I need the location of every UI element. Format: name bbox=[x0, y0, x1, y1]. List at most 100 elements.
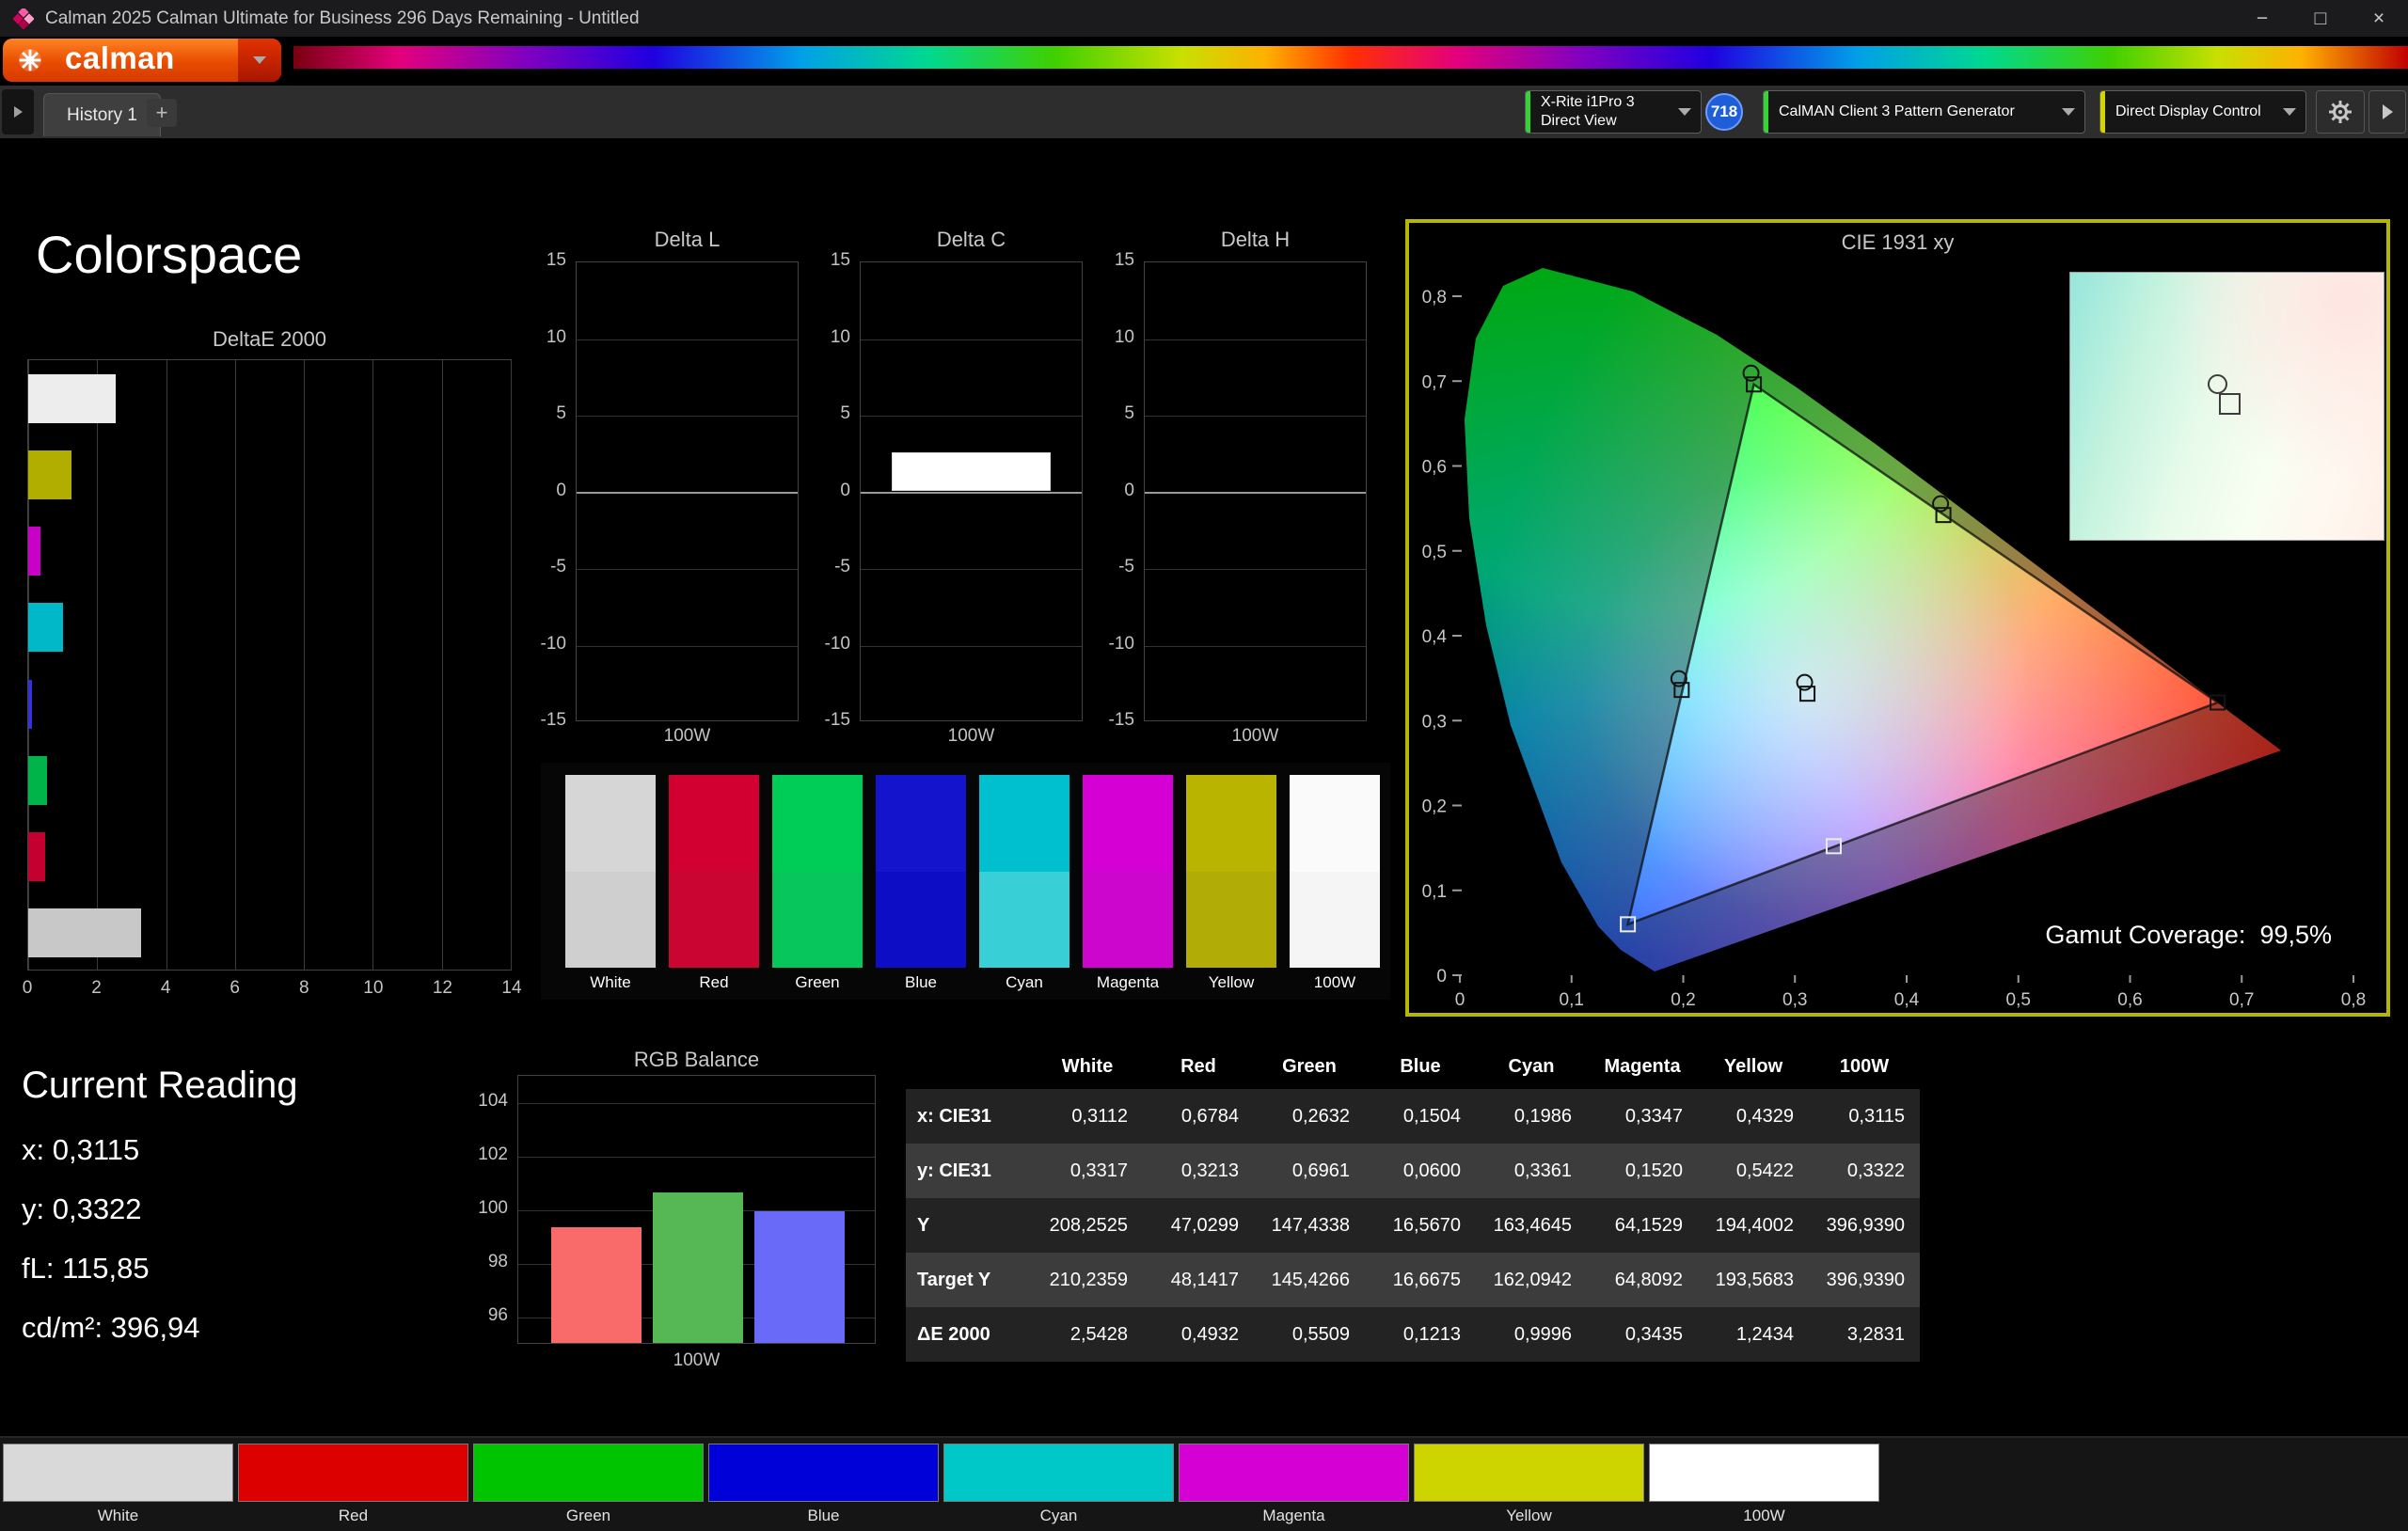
delta-h-ytick: 10 bbox=[1085, 327, 1134, 348]
rgb-ytick: 104 bbox=[459, 1091, 508, 1112]
rainbow-strip bbox=[293, 46, 2408, 69]
swatch-label: Green bbox=[761, 973, 874, 992]
meter-accent bbox=[1526, 91, 1530, 133]
table-row-label: Target Y bbox=[906, 1253, 1032, 1307]
pattern-button-100w[interactable]: 100W bbox=[1649, 1444, 1879, 1525]
delta-l-ytick: 15 bbox=[517, 250, 566, 271]
tab-history-1[interactable]: History 1 bbox=[43, 93, 161, 136]
display-accent bbox=[2100, 91, 2105, 133]
pattern-button-yellow[interactable]: Yellow bbox=[1414, 1444, 1644, 1525]
calman-menu-button[interactable]: calman bbox=[3, 39, 281, 82]
table-cell: 0,3435 bbox=[1587, 1307, 1698, 1362]
delta-h-zero-line bbox=[1145, 492, 1366, 494]
table-cell: 0,1504 bbox=[1365, 1089, 1476, 1144]
delta-l-gridline bbox=[577, 646, 798, 647]
table-cell: 0,3361 bbox=[1476, 1144, 1587, 1198]
deltae-chart-title: DeltaE 2000 bbox=[27, 327, 512, 352]
table-cell: 0,5509 bbox=[1254, 1307, 1365, 1362]
gamut-coverage-readout: Gamut Coverage: 99,5% bbox=[2045, 921, 2332, 950]
swatch-column-magenta: Magenta bbox=[1083, 763, 1173, 1000]
page-title: Colorspace bbox=[36, 224, 302, 285]
calman-menu-dropdown[interactable] bbox=[238, 39, 281, 82]
table-cell: 145,4266 bbox=[1254, 1253, 1365, 1307]
swatch-actual-red bbox=[669, 775, 759, 872]
pattern-button-green[interactable]: Green bbox=[473, 1444, 704, 1525]
delta-h-title: Delta H bbox=[1144, 228, 1367, 252]
display-control-dropdown[interactable]: Direct Display Control bbox=[2099, 90, 2306, 134]
pattern-swatch-white bbox=[3, 1444, 233, 1502]
swatch-target-100w bbox=[1290, 872, 1380, 968]
deltae-xtick: 6 bbox=[216, 978, 254, 999]
delta-h-ytick: -15 bbox=[1085, 710, 1134, 731]
delta-c-chart bbox=[860, 261, 1083, 721]
deltae-gridline bbox=[511, 360, 512, 970]
cie-target-white bbox=[1798, 675, 1813, 690]
rgb-ytick: 98 bbox=[459, 1252, 508, 1272]
cie-xtick-label: 0,3 bbox=[1782, 990, 1807, 1010]
deltae-xtick: 14 bbox=[493, 978, 531, 999]
delta-c-gridline bbox=[861, 339, 1082, 340]
table-cell: 208,2525 bbox=[1032, 1198, 1143, 1253]
close-button[interactable]: × bbox=[2350, 0, 2408, 37]
deltae-bar-white bbox=[28, 374, 116, 423]
settings-button[interactable] bbox=[2316, 90, 2365, 134]
pattern-button-white[interactable]: White bbox=[3, 1444, 233, 1525]
pattern-button-label: 100W bbox=[1649, 1507, 1879, 1525]
table-row: x: CIE310,31120,67840,26320,15040,19860,… bbox=[906, 1089, 1920, 1144]
cie-ytick-label: 0,1 bbox=[1422, 882, 1447, 902]
advance-button[interactable] bbox=[2368, 90, 2406, 134]
swatch-column-red: Red bbox=[669, 763, 759, 1000]
delta-h-ytick: -10 bbox=[1085, 634, 1134, 655]
pattern-button-label: White bbox=[3, 1507, 233, 1525]
deltae-bar-yellow bbox=[28, 450, 71, 499]
chevron-down-icon bbox=[2062, 108, 2075, 116]
tabbar: History 1 + X-Rite i1Pro 3 Direct View 7… bbox=[0, 86, 2408, 138]
pattern-button-blue[interactable]: Blue bbox=[708, 1444, 939, 1525]
deltae-gridline bbox=[442, 360, 443, 970]
swatch-actual-100w bbox=[1290, 775, 1380, 872]
deltae-gridline bbox=[166, 360, 167, 970]
delta-h-ytick: 5 bbox=[1085, 403, 1134, 424]
maximize-button[interactable]: □ bbox=[2291, 0, 2350, 37]
toolbar: calman bbox=[0, 37, 2408, 86]
delta-c-gridline bbox=[861, 416, 1082, 417]
table-col-header-red: Red bbox=[1143, 1044, 1254, 1089]
current-reading-title: Current Reading bbox=[22, 1065, 298, 1107]
pattern-source-dropdown[interactable]: CalMAN Client 3 Pattern Generator bbox=[1763, 90, 2085, 134]
pattern-button-red[interactable]: Red bbox=[238, 1444, 468, 1525]
deltae-gridline bbox=[235, 360, 236, 970]
pattern-button-magenta[interactable]: Magenta bbox=[1179, 1444, 1409, 1525]
minimize-button[interactable]: − bbox=[2233, 0, 2291, 37]
table-cell: 0,3213 bbox=[1143, 1144, 1254, 1198]
deltae-bar-cyan bbox=[28, 603, 63, 652]
deltae-bar-red bbox=[28, 832, 45, 881]
source-accent bbox=[1764, 91, 1768, 133]
delta-c-ytick: 10 bbox=[801, 327, 850, 348]
calman-flower-icon bbox=[16, 46, 44, 74]
current-reading-line: cd/m²: 396,94 bbox=[22, 1311, 200, 1345]
meter-dropdown[interactable]: X-Rite i1Pro 3 Direct View bbox=[1525, 90, 1702, 134]
table-cell: 0,6784 bbox=[1143, 1089, 1254, 1144]
sidebar-expander-button[interactable] bbox=[2, 89, 34, 134]
chevron-down-icon bbox=[253, 56, 266, 64]
add-tab-button[interactable]: + bbox=[147, 99, 177, 127]
rgb-bar-green bbox=[653, 1192, 743, 1343]
delta-l-xlabel: 100W bbox=[576, 726, 799, 747]
delta-h-gridline bbox=[1145, 646, 1366, 647]
table-row-label: x: CIE31 bbox=[906, 1089, 1032, 1144]
table-col-header-green: Green bbox=[1254, 1044, 1365, 1089]
pattern-button-cyan[interactable]: Cyan bbox=[943, 1444, 1174, 1525]
table-cell: 0,1520 bbox=[1587, 1144, 1698, 1198]
deltae-xtick: 10 bbox=[355, 978, 392, 999]
delta-c-bar bbox=[892, 452, 1051, 491]
table-cell: 0,1213 bbox=[1365, 1307, 1476, 1362]
cie-xtick-label: 0,2 bbox=[1671, 990, 1695, 1010]
pattern-swatch-green bbox=[473, 1444, 704, 1502]
current-reading-line: y: 0,3322 bbox=[22, 1192, 200, 1226]
rgb-ytick: 100 bbox=[459, 1198, 508, 1219]
gamut-coverage-label: Gamut Coverage: bbox=[2045, 921, 2245, 949]
deltae-chart bbox=[27, 359, 512, 971]
table-col-header-100w: 100W bbox=[1809, 1044, 1920, 1089]
rgb-xlabel: 100W bbox=[517, 1350, 876, 1371]
delta-c-ytick: 15 bbox=[801, 250, 850, 271]
